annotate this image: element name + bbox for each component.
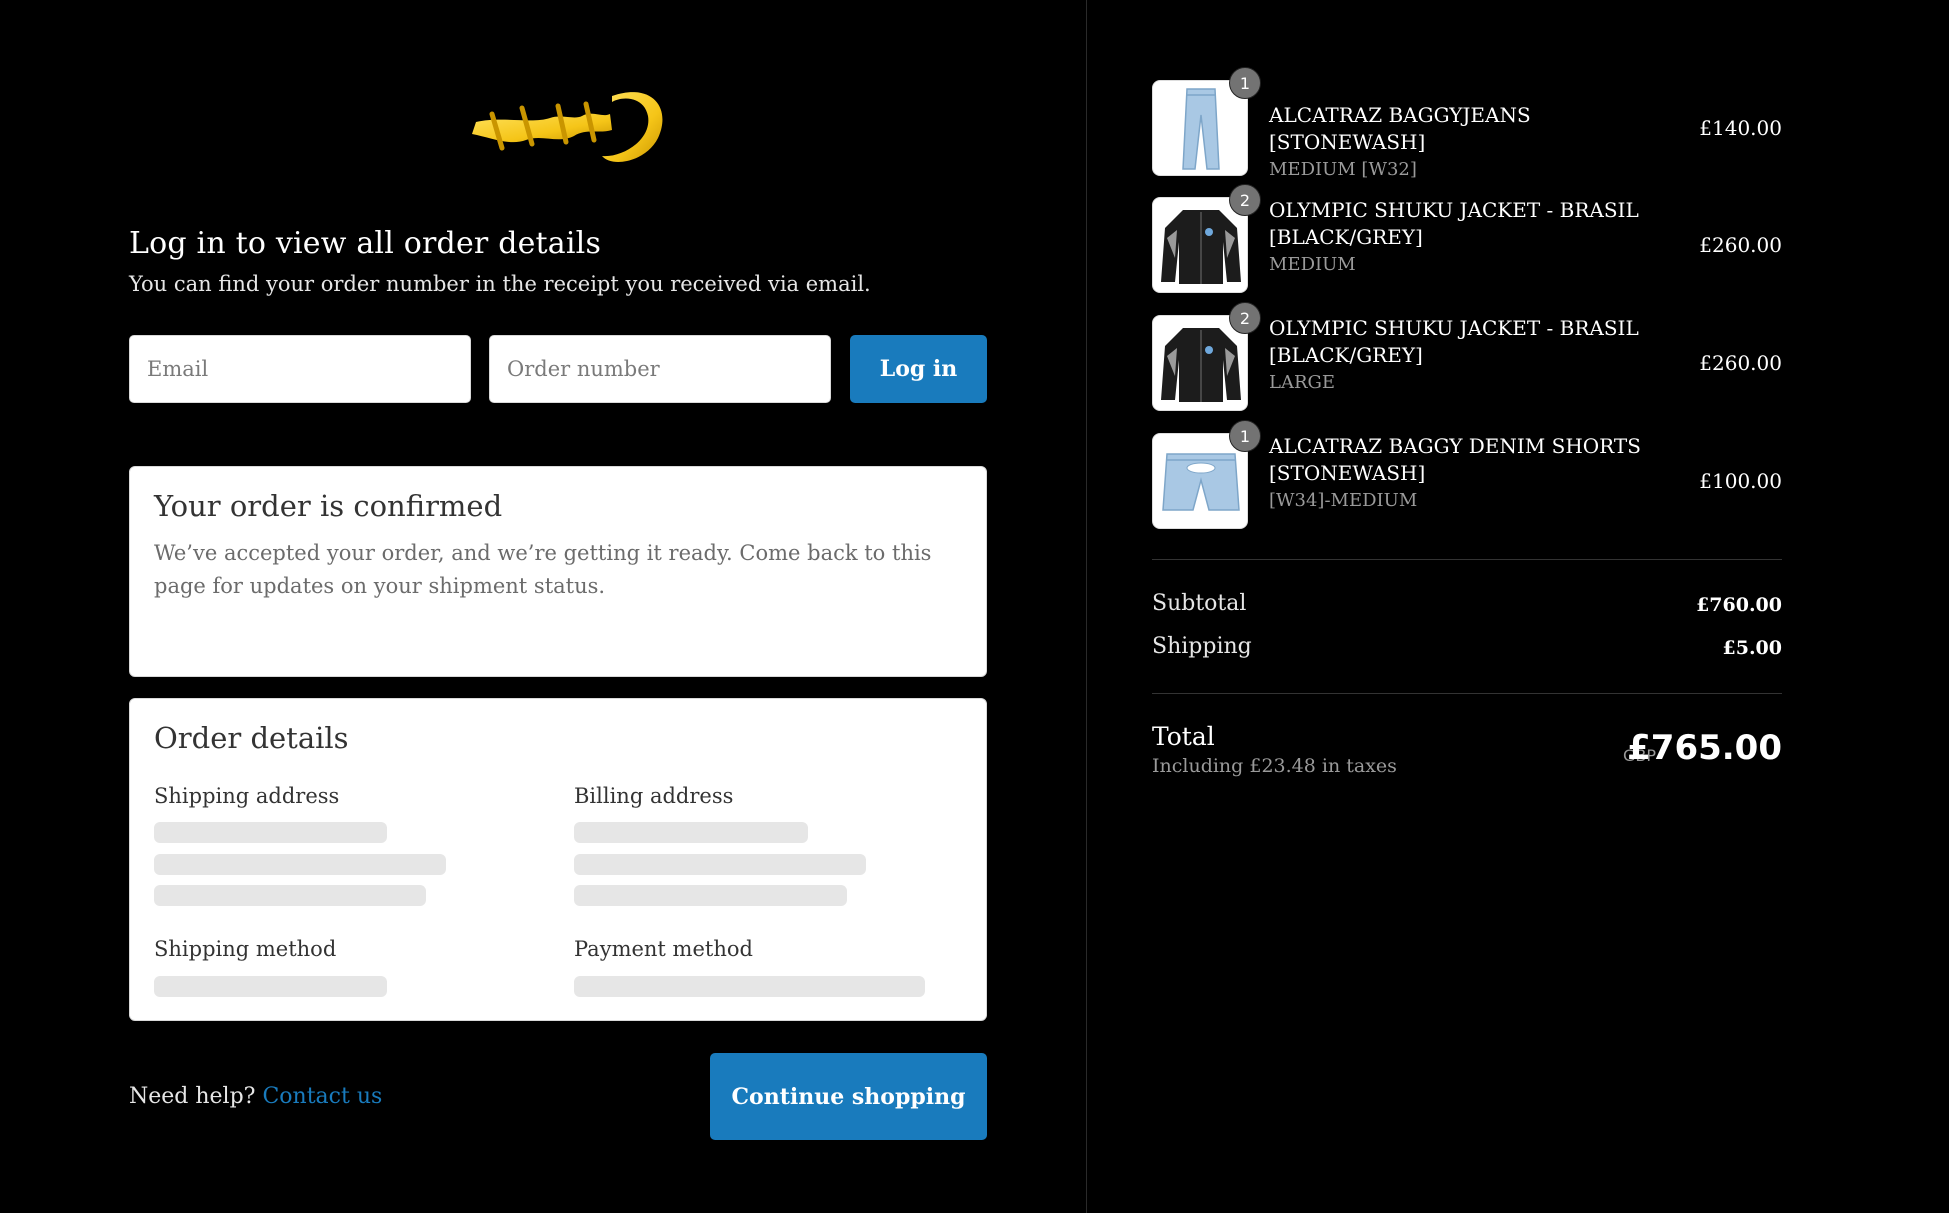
product-thumbnail: 1 [1152, 420, 1261, 529]
help-text: Need help? Contact us [129, 1084, 382, 1109]
item-variant: MEDIUM [1269, 254, 1356, 275]
main-column: Log in to view all order details You can… [0, 0, 1087, 1213]
item-name: ALCATRAZ BAGGYJEANS [STONEWASH] MEDIUM [… [1269, 102, 1689, 183]
email-input[interactable] [129, 335, 471, 403]
order-status-page: Log in to view all order details You can… [0, 0, 1949, 1213]
shipping-method-label: Shipping method [154, 937, 337, 961]
billing-address-label: Billing address [574, 784, 734, 808]
brand-logo[interactable] [462, 78, 670, 170]
item-price: £140.00 [1699, 116, 1782, 140]
item-title: OLYMPIC SHUKU JACKET - BRASIL [BLACK/GRE… [1269, 198, 1639, 249]
order-number-input[interactable] [489, 335, 831, 403]
product-thumbnail: 2 [1152, 184, 1261, 293]
login-subtitle: You can find your order number in the re… [129, 272, 871, 296]
login-button[interactable]: Log in [850, 335, 987, 403]
item-price: £260.00 [1699, 351, 1782, 375]
cart-item: 2 OLYMPIC SHUKU JACKET - BRASIL [BLACK/G… [1152, 302, 1782, 411]
cart-item: 1 ALCATRAZ BAGGY DENIM SHORTS [STONEWASH… [1152, 420, 1782, 529]
payment-method-label: Payment method [574, 937, 753, 961]
item-title: ALCATRAZ BAGGYJEANS [STONEWASH] [1269, 103, 1531, 154]
item-price: £100.00 [1699, 469, 1782, 493]
subtotal-label: Subtotal [1152, 591, 1247, 616]
tax-note: Including £23.48 in taxes [1152, 755, 1397, 777]
skeleton-line [154, 885, 426, 906]
continue-shopping-button[interactable]: Continue shopping [710, 1053, 987, 1140]
skeleton-line [574, 822, 808, 843]
quantity-badge: 2 [1229, 184, 1261, 216]
contact-us-link[interactable]: Contact us [262, 1084, 382, 1109]
item-variant: [W34]-MEDIUM [1269, 490, 1418, 511]
confirmed-title: Your order is confirmed [154, 489, 503, 523]
order-details-title: Order details [154, 721, 349, 755]
item-price: £260.00 [1699, 233, 1782, 257]
cart-item: 2 OLYMPIC SHUKU JACKET - BRASIL [BLACK/G… [1152, 184, 1782, 293]
logo-icon [472, 92, 663, 162]
cart-item: 1 ALCATRAZ BAGGYJEANS [STONEWASH] MEDIUM… [1152, 67, 1782, 180]
quantity-badge: 1 [1229, 420, 1261, 452]
divider [1152, 693, 1782, 694]
item-name: OLYMPIC SHUKU JACKET - BRASIL [BLACK/GRE… [1269, 315, 1689, 396]
item-variant: MEDIUM [W32] [1269, 159, 1417, 180]
skeleton-line [154, 854, 446, 875]
order-confirmed-card: Your order is confirmed We’ve accepted y… [129, 466, 987, 677]
quantity-badge: 1 [1229, 67, 1261, 99]
shipping-label: Shipping [1152, 634, 1252, 659]
product-thumbnail: 2 [1152, 302, 1261, 411]
skeleton-line [574, 976, 925, 997]
skeleton-line [574, 854, 866, 875]
login-title: Log in to view all order details [129, 226, 602, 261]
product-thumbnail: 1 [1152, 67, 1261, 176]
item-variant: LARGE [1269, 372, 1336, 393]
order-details-card: Order details Shipping address Billing a… [129, 698, 987, 1021]
shipping-value: £5.00 [1722, 637, 1783, 659]
help-label: Need help? [129, 1084, 256, 1109]
item-name: ALCATRAZ BAGGY DENIM SHORTS [STONEWASH] … [1269, 433, 1689, 514]
item-title: OLYMPIC SHUKU JACKET - BRASIL [BLACK/GRE… [1269, 316, 1639, 367]
skeleton-line [154, 822, 387, 843]
skeleton-line [574, 885, 847, 906]
quantity-badge: 2 [1229, 302, 1261, 334]
skeleton-line [154, 976, 387, 997]
divider [1152, 559, 1782, 560]
confirmed-text: We’ve accepted your order, and we’re get… [154, 541, 932, 598]
total-value: £765.00 [1627, 728, 1782, 768]
order-summary: 1 ALCATRAZ BAGGYJEANS [STONEWASH] MEDIUM… [1088, 0, 1949, 1213]
total-label: Total [1152, 722, 1215, 751]
shipping-address-label: Shipping address [154, 784, 340, 808]
subtotal-value: £760.00 [1696, 594, 1782, 616]
item-title: ALCATRAZ BAGGY DENIM SHORTS [STONEWASH] [1269, 434, 1641, 485]
item-name: OLYMPIC SHUKU JACKET - BRASIL [BLACK/GRE… [1269, 197, 1689, 278]
